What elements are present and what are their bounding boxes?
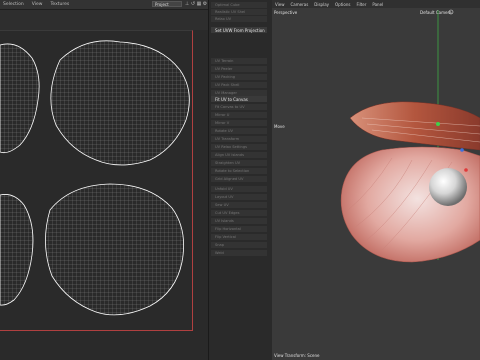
command-item[interactable]: Set UVW From Projection bbox=[211, 27, 267, 34]
command-item[interactable]: Snap bbox=[211, 242, 267, 249]
pearl bbox=[429, 168, 467, 206]
command-item[interactable]: Relax UV bbox=[211, 16, 267, 23]
command-item[interactable]: UV Pack Shell bbox=[211, 82, 267, 89]
lower-shell bbox=[340, 146, 480, 263]
command-item[interactable]: Flip Vertical bbox=[211, 234, 267, 241]
viewport-label: Perspective bbox=[274, 10, 298, 15]
command-item[interactable]: UV Islands bbox=[211, 218, 267, 225]
command-item[interactable]: Unfold UV bbox=[211, 186, 267, 193]
axis-label: Move bbox=[274, 124, 285, 129]
command-item[interactable]: Flip Horizontal bbox=[211, 226, 267, 233]
command-item[interactable]: Weld bbox=[211, 250, 267, 257]
command-item[interactable]: Grid Aligned UV bbox=[211, 176, 267, 183]
uv-shell-bottom-left bbox=[0, 194, 34, 306]
command-item[interactable]: UV Relax Settings bbox=[211, 144, 267, 151]
viewport-status: View Transform: Scene bbox=[274, 353, 320, 358]
command-item[interactable]: Align UV Islands bbox=[211, 152, 267, 159]
uv-shell-top-left bbox=[0, 43, 40, 154]
command-item[interactable]: UV Transform bbox=[211, 136, 267, 143]
command-item[interactable]: Straighten UV bbox=[211, 160, 267, 167]
gizmo-handle-green bbox=[436, 122, 440, 126]
command-item[interactable]: Rotate UV bbox=[211, 128, 267, 135]
command-item[interactable]: UV Packing bbox=[211, 74, 267, 81]
command-item[interactable]: UV Terrain bbox=[211, 58, 267, 65]
command-item[interactable]: Mirror V bbox=[211, 120, 267, 127]
command-item[interactable]: Fit UV to Canvas bbox=[211, 96, 267, 103]
command-item[interactable]: Cut UV Edges bbox=[211, 210, 267, 217]
scene-render bbox=[340, 9, 480, 263]
command-item[interactable]: Rotate to Selection bbox=[211, 168, 267, 175]
command-item[interactable]: Sew UV bbox=[211, 202, 267, 209]
command-item[interactable]: Layout UV bbox=[211, 194, 267, 201]
gizmo-handle-blue bbox=[460, 148, 464, 152]
uv-layout-wireframe bbox=[0, 40, 190, 316]
uv-shell-bottom-right bbox=[45, 183, 185, 316]
command-item[interactable]: UV Peeler bbox=[211, 66, 267, 73]
command-item[interactable]: Fit Canvas to UV bbox=[211, 104, 267, 111]
gizmo-handle-red bbox=[464, 168, 468, 172]
upper-shell bbox=[349, 101, 480, 151]
command-item[interactable]: Optimal Cube bbox=[211, 2, 267, 9]
command-item[interactable]: Mirror U bbox=[211, 112, 267, 119]
uv-shell-top-right bbox=[50, 40, 190, 166]
command-item[interactable]: Realistic UV Shel bbox=[211, 9, 267, 16]
camera-label[interactable]: Default Camera bbox=[420, 10, 452, 15]
